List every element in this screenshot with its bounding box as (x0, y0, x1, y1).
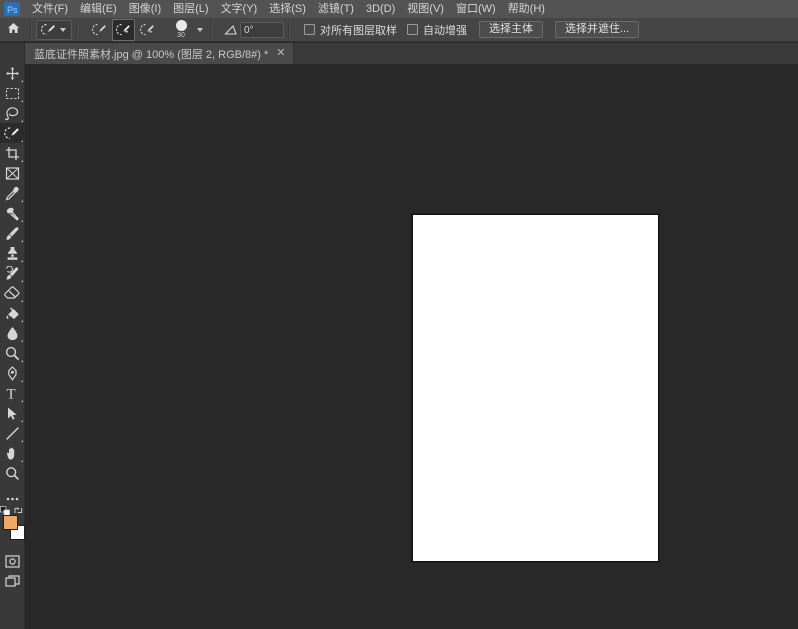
photoshop-window: Ps 文件(F) 编辑(E) 图像(I) 图层(L) 文字(Y) 选择(S) 滤… (0, 0, 798, 629)
brush-size-value: 30 (177, 31, 185, 39)
flyout-indicator (21, 160, 23, 162)
sample-all-layers-checkbox[interactable]: 对所有图层取样 (304, 22, 397, 38)
quick-selection-tool[interactable] (0, 123, 24, 143)
rectangular-marquee-tool[interactable] (0, 83, 24, 103)
close-icon[interactable]: ✕ (276, 48, 285, 59)
subtract-from-selection-button[interactable] (136, 19, 159, 41)
hand-tool[interactable] (0, 443, 24, 463)
flyout-indicator (21, 300, 23, 302)
options-separator-1 (30, 20, 32, 39)
flyout-indicator (21, 320, 23, 322)
spot-healing-brush-tool[interactable] (0, 203, 24, 223)
move-tool[interactable] (0, 63, 24, 83)
options-separator-3 (210, 20, 212, 39)
home-icon (7, 21, 20, 39)
new-selection-button[interactable] (88, 19, 111, 41)
brush-tool[interactable] (0, 223, 24, 243)
lasso-tool[interactable] (0, 103, 24, 123)
flyout-indicator (21, 400, 23, 402)
flyout-indicator (21, 260, 23, 262)
menu-type[interactable]: 文字(Y) (215, 0, 264, 18)
document-tab-strip: 蓝底证件照素材.jpg @ 100% (图层 2, RGB/8#) * ✕ (25, 43, 798, 64)
flyout-indicator (21, 220, 23, 222)
foreground-color-swatch[interactable] (3, 515, 18, 530)
gradient-tool[interactable] (0, 303, 24, 323)
auto-enhance-checkbox[interactable]: 自动增强 (407, 22, 467, 38)
brush-size-picker[interactable]: 30 (168, 19, 206, 41)
flyout-indicator (21, 360, 23, 362)
flyout-indicator (21, 380, 23, 382)
selection-mode-group (88, 18, 160, 41)
svg-text:T: T (7, 387, 16, 401)
screen-mode-button[interactable] (0, 571, 24, 591)
select-subject-button[interactable]: 选择主体 (479, 21, 543, 38)
sample-all-layers-label: 对所有图层取样 (320, 24, 397, 37)
flyout-indicator (21, 120, 23, 122)
path-selection-tool[interactable] (0, 403, 24, 423)
add-to-selection-button[interactable] (112, 18, 135, 41)
options-separator-4 (288, 20, 290, 39)
menu-filter[interactable]: 滤镜(T) (312, 0, 360, 18)
brush-dot-icon (175, 19, 187, 31)
flyout-indicator (21, 460, 23, 462)
angle-icon (222, 21, 240, 39)
menu-edit[interactable]: 编辑(E) (74, 0, 123, 18)
line-tool[interactable] (0, 423, 24, 443)
brush-preview: 30 (168, 19, 194, 41)
flyout-indicator (21, 420, 23, 422)
brush-angle-control: 0° (222, 21, 284, 39)
menu-select[interactable]: 选择(S) (263, 0, 312, 18)
angle-input[interactable]: 0° (240, 21, 284, 38)
select-and-mask-button[interactable]: 选择并遮住... (555, 21, 640, 38)
dodge-tool[interactable] (0, 343, 24, 363)
flyout-indicator (21, 240, 23, 242)
crop-tool[interactable] (0, 143, 24, 163)
menu-image[interactable]: 图像(I) (123, 0, 167, 18)
pen-tool[interactable] (0, 363, 24, 383)
color-swatches (0, 506, 25, 545)
zoom-tool[interactable] (0, 463, 24, 483)
document-tab[interactable]: 蓝底证件照素材.jpg @ 100% (图层 2, RGB/8#) * ✕ (25, 43, 294, 64)
menu-help[interactable]: 帮助(H) (502, 0, 551, 18)
quick-selection-icon (39, 22, 57, 38)
quick-mask-button[interactable] (0, 551, 24, 571)
menu-window[interactable]: 窗口(W) (450, 0, 502, 18)
eraser-tool[interactable] (0, 283, 24, 303)
svg-text:Ps: Ps (7, 5, 18, 15)
menu-layer[interactable]: 图层(L) (167, 0, 214, 18)
flyout-indicator (21, 440, 23, 442)
flyout-indicator (21, 140, 23, 142)
tools-panel: T (0, 43, 25, 629)
flyout-indicator (21, 100, 23, 102)
options-separator-2 (76, 20, 78, 39)
photoshop-logo-icon: Ps (4, 2, 20, 16)
menu-3d[interactable]: 3D(D) (360, 0, 401, 18)
document-tab-title: 蓝底证件照素材.jpg @ 100% (图层 2, RGB/8#) * (34, 48, 269, 61)
frame-tool[interactable] (0, 163, 24, 183)
checkbox-box[interactable] (304, 24, 315, 35)
clone-stamp-tool[interactable] (0, 243, 24, 263)
auto-enhance-label: 自动增强 (423, 24, 467, 37)
history-brush-tool[interactable] (0, 263, 24, 283)
blur-tool[interactable] (0, 323, 24, 343)
eyedropper-tool[interactable] (0, 183, 24, 203)
menu-view[interactable]: 视图(V) (401, 0, 450, 18)
flyout-indicator (21, 200, 23, 202)
menu-file[interactable]: 文件(F) (26, 0, 74, 18)
chevron-down-icon[interactable] (60, 27, 66, 32)
tool-preset-picker[interactable] (36, 19, 72, 40)
menu-bar: Ps 文件(F) 编辑(E) 图像(I) 图层(L) 文字(Y) 选择(S) 滤… (0, 0, 798, 18)
flyout-indicator (21, 280, 23, 282)
document-canvas[interactable] (412, 214, 659, 562)
horizontal-type-tool[interactable]: T (0, 383, 24, 403)
checkbox-box[interactable] (407, 24, 418, 35)
options-bar: 30 0° 对所有图层取样 自动增强 选择主体 选择并遮住... (0, 18, 798, 42)
home-button[interactable] (0, 18, 26, 42)
flyout-indicator (21, 340, 23, 342)
canvas-work-area[interactable] (25, 64, 798, 629)
brush-chevron-down-icon[interactable] (197, 27, 203, 32)
flyout-indicator (21, 80, 23, 82)
